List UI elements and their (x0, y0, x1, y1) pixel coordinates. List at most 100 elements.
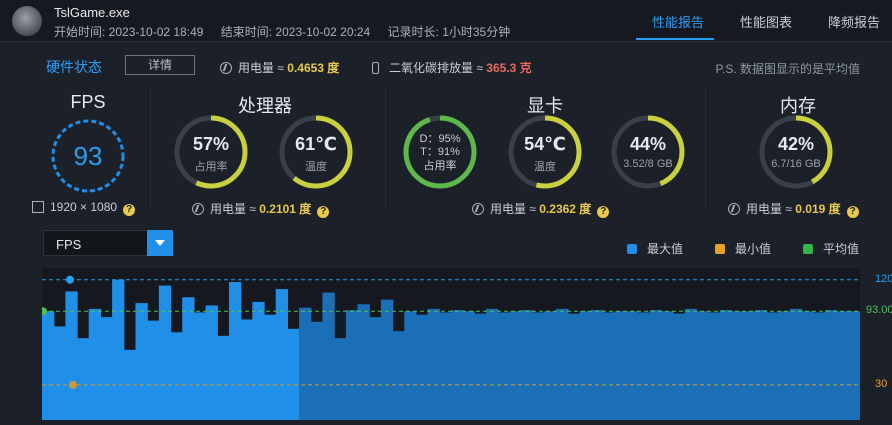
duration: 记录时长: 1小时35分钟 (387, 25, 511, 39)
status-row: 硬件状态 详情 用电量 ≈ 0.4653 度 二氧化碳排放量 ≈ 365.3 克… (0, 52, 892, 78)
divider (705, 88, 706, 208)
fps-bar (649, 310, 662, 420)
divider (385, 88, 386, 208)
bottle-icon (372, 62, 379, 74)
fps-bar (42, 311, 55, 420)
active-tab-indicator (636, 38, 714, 40)
fps-bar (836, 311, 849, 420)
fps-bar (182, 297, 195, 420)
tab-performance-report[interactable]: 性能报告 (652, 12, 704, 31)
tab-performance-chart[interactable]: 性能图表 (740, 12, 792, 31)
co2-value: 365.3 克 (486, 61, 532, 75)
fps-bar (789, 308, 803, 420)
fps-bar (778, 311, 791, 420)
fps-bar (404, 311, 417, 420)
fps-bar (380, 299, 394, 420)
legend-label: 平均值 (823, 242, 860, 256)
fps-bar (684, 308, 697, 420)
fps-bar (264, 314, 277, 420)
fps-value: 93 (73, 141, 103, 171)
fps-bar (813, 312, 826, 420)
memory-usage-label: 6.7/16 GB (771, 158, 821, 170)
chart-axis-labels: 120 93.00 30 (860, 268, 892, 420)
hardware-status-title: 硬件状态 (46, 59, 102, 75)
fps-bar (100, 317, 113, 420)
fps-bar (334, 338, 347, 420)
gpu-temp-gauge: 54℃ 温度 (507, 114, 583, 190)
fps-bar (754, 310, 768, 420)
fps-bar (708, 312, 721, 420)
help-icon[interactable]: ? (597, 206, 610, 218)
legend-label: 最小值 (735, 242, 772, 256)
fps-bar (731, 311, 744, 420)
memory-usage-value: 42% (777, 134, 815, 154)
fps-bar (696, 311, 709, 420)
power-icon (192, 203, 204, 215)
fps-bar (801, 311, 814, 420)
fps-bar (474, 313, 487, 420)
cpu-temp-value: 61℃ (295, 134, 337, 154)
help-icon[interactable]: ? (846, 206, 859, 218)
memory-power-value: 0.019 度 (795, 202, 841, 216)
power-icon (220, 62, 232, 74)
detail-button[interactable]: 详情 (125, 55, 195, 75)
gpu-vram-value: 44% (629, 134, 667, 154)
legend-swatch (803, 244, 813, 254)
fps-bar (392, 331, 405, 420)
cpu-usage-label: 占用率 (194, 161, 228, 173)
chevron-down-icon[interactable] (147, 230, 173, 256)
memory-usage-gauge: 42% 6.7/16 GB (758, 114, 834, 190)
fps-bar (626, 311, 639, 420)
fps-bar (486, 308, 499, 420)
cpu-power-value: 0.2101 度 (259, 202, 312, 216)
power-icon (472, 203, 484, 215)
fps-bar (637, 312, 651, 420)
fps-bar (299, 307, 312, 420)
power-icon (728, 203, 740, 215)
header-bar: TslGame.exe 开始时间: 2023-10-02 18:49 结束时间:… (0, 0, 892, 42)
fps-bar (427, 308, 440, 420)
fps-bar (567, 313, 581, 420)
fps-bar (591, 310, 604, 420)
session-meta: 开始时间: 2023-10-02 18:49 结束时间: 2023-10-02 … (54, 23, 524, 40)
total-power: 用电量 ≈ 0.4653 度 (220, 59, 339, 76)
total-power-value: 0.4653 度 (287, 61, 340, 75)
help-icon[interactable]: ? (123, 204, 136, 216)
screen-icon (32, 201, 44, 213)
min-line-label: 30 (875, 377, 888, 390)
fps-bar (88, 308, 102, 420)
tab-throttle-report[interactable]: 降频报告 (828, 12, 880, 31)
gpu-temp-value: 54℃ (524, 134, 566, 154)
fps-bar (217, 335, 230, 420)
end-time: 结束时间: 2023-10-02 20:24 (220, 25, 371, 39)
co2-label: 二氧化碳排放量 ≈ (389, 61, 483, 75)
help-icon[interactable]: ? (317, 206, 330, 218)
app-avatar (12, 6, 42, 36)
min-marker (69, 380, 77, 389)
fps-bar (579, 311, 592, 420)
fps-bar (719, 310, 733, 420)
fps-bar (439, 312, 452, 420)
metric-select[interactable]: FPS (43, 230, 173, 256)
fps-bar (170, 332, 183, 420)
metric-select-value: FPS (56, 237, 82, 252)
fps-bar (147, 320, 160, 420)
fps-bar (661, 311, 674, 420)
cpu-usage-gauge: 57% 占用率 (173, 114, 249, 190)
gpu-vram-gauge: 44% 3.52/8 GB (610, 114, 686, 190)
fps-bar (53, 326, 66, 420)
fps-bar (556, 308, 569, 420)
fps-bar (544, 311, 557, 420)
app-name: TslGame.exe (54, 5, 130, 20)
fps-chart (39, 268, 861, 420)
fps-bar (509, 311, 522, 420)
fps-bar (673, 313, 686, 420)
fps-bar (275, 289, 288, 420)
resolution-value: 1920 × 1080 (50, 200, 118, 214)
fps-bar (77, 338, 90, 420)
start-time: 开始时间: 2023-10-02 18:49 (54, 25, 204, 39)
cpu-power: 用电量 ≈ 0.2101 度? (192, 200, 330, 218)
co2-emission: 二氧化碳排放量 ≈ 365.3 克 (372, 59, 532, 76)
cpu-power-label: 用电量 ≈ (210, 202, 256, 216)
fps-bar (497, 312, 511, 420)
